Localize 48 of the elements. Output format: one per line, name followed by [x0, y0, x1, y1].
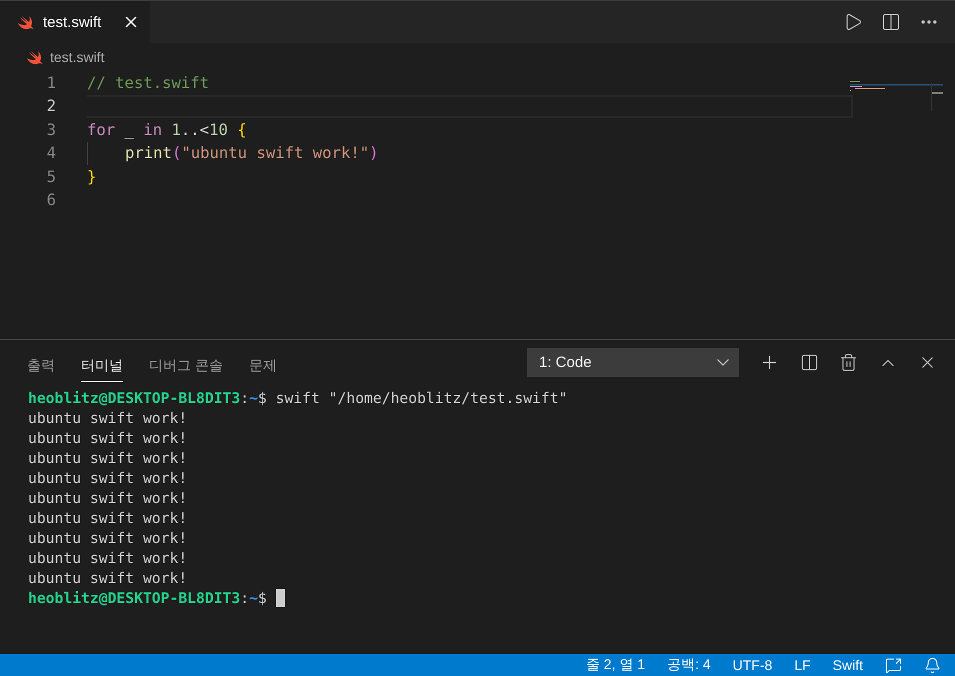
- panel-tab[interactable]: 디버그 콘솔: [149, 350, 223, 382]
- prompt-symbol: $: [258, 590, 267, 606]
- prompt-symbol: $: [258, 390, 267, 406]
- feedback-icon[interactable]: [885, 656, 902, 674]
- terminal-output: ubuntu swift work!: [28, 510, 188, 526]
- trash-icon[interactable]: [839, 353, 858, 372]
- status-item[interactable]: LF: [794, 657, 811, 673]
- prompt-path: ~: [249, 590, 258, 606]
- editor-tab[interactable]: test.swift: [0, 1, 150, 43]
- terminal-command: swift "/home/heoblitz/test.swift": [274, 390, 568, 406]
- prompt-user-host: heoblitz@DESKTOP-BL8DIT3: [28, 590, 240, 606]
- prompt-separator: :: [240, 390, 250, 406]
- line-number: 3: [46, 120, 57, 139]
- swift-icon: [27, 50, 44, 64]
- code-line: // test.swift: [87, 74, 210, 92]
- status-item[interactable]: Swift: [832, 657, 863, 673]
- status-item[interactable]: UTF-8: [732, 657, 772, 673]
- code-line: }: [87, 168, 96, 186]
- panel-tab[interactable]: 터미널: [81, 350, 123, 382]
- line-number: 1: [46, 74, 57, 92]
- terminal-select[interactable]: 1: Code: [527, 348, 739, 377]
- split-terminal-icon[interactable]: [800, 353, 819, 372]
- terminal-output: ubuntu swift work!: [28, 410, 188, 426]
- line-number: 6: [46, 191, 57, 210]
- line-number: 4: [46, 144, 57, 162]
- code-line: print("ubuntu swift work!"): [125, 144, 378, 162]
- chevron-icon: [717, 359, 729, 366]
- swift-icon: [18, 14, 35, 30]
- split-editor-icon[interactable]: [881, 12, 901, 32]
- terminal-output: ubuntu swift work!: [28, 570, 188, 586]
- line-number: 5: [46, 168, 57, 186]
- prompt-separator: :: [240, 590, 250, 606]
- terminal-output: ubuntu swift work!: [28, 490, 188, 506]
- bell-icon[interactable]: [924, 656, 941, 674]
- terminal-output: ubuntu swift work!: [28, 450, 188, 466]
- status-item[interactable]: 줄 2, 열 1: [586, 656, 646, 674]
- terminal-output: ubuntu swift work!: [28, 530, 188, 546]
- breadcrumb[interactable]: test.swift: [50, 49, 104, 65]
- terminal-output: ubuntu swift work!: [28, 550, 188, 566]
- prompt-user-host: heoblitz@DESKTOP-BL8DIT3: [28, 390, 240, 406]
- status-item[interactable]: 공백: 4: [667, 656, 711, 674]
- panel-tab[interactable]: 문제: [248, 350, 277, 382]
- terminal-output: ubuntu swift work!: [28, 470, 188, 486]
- line-number: 2: [46, 97, 57, 116]
- panel-tab[interactable]: 출력: [27, 350, 55, 382]
- prompt-path: ~: [249, 390, 258, 406]
- code-line: for _ in 1..<10 {: [87, 120, 247, 139]
- terminal-output: ubuntu swift work!: [28, 430, 188, 446]
